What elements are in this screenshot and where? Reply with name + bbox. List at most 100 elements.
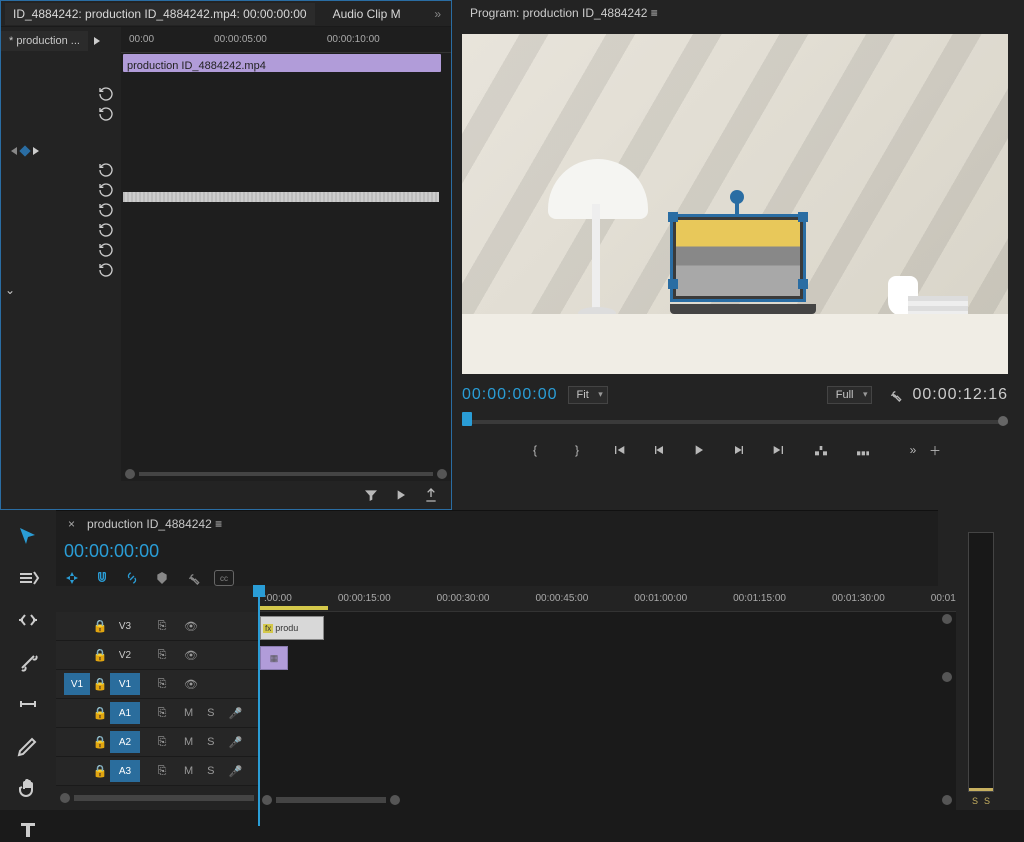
wrench-icon[interactable] bbox=[886, 387, 902, 403]
reset-icon[interactable] bbox=[97, 261, 115, 279]
source-patch[interactable]: V1 bbox=[64, 673, 90, 695]
lock-icon[interactable]: 🔒 bbox=[90, 764, 110, 778]
reset-icon[interactable] bbox=[97, 221, 115, 239]
reset-icon[interactable] bbox=[97, 181, 115, 199]
mute-toggle[interactable]: M bbox=[184, 736, 193, 748]
mark-out-icon[interactable]: } bbox=[569, 442, 585, 458]
sync-lock-icon[interactable]: ⎘ bbox=[154, 676, 170, 692]
solo-toggle[interactable]: S bbox=[207, 765, 214, 777]
track-header-v3[interactable]: 🔒 V3 ⎘👁 bbox=[56, 612, 258, 641]
program-viewport[interactable] bbox=[462, 34, 1008, 374]
selection-tool-icon[interactable] bbox=[16, 524, 40, 548]
program-header[interactable]: Program: production ID_4884242 ≡ bbox=[462, 0, 1024, 26]
lift-icon[interactable] bbox=[813, 442, 829, 458]
overlay-clip-handles[interactable] bbox=[670, 214, 816, 318]
sync-lock-icon[interactable]: ⎘ bbox=[154, 705, 170, 721]
track-header-a3[interactable]: 🔒 A3 ⎘ M S 🎤 bbox=[56, 757, 258, 786]
ripple-edit-tool-icon[interactable] bbox=[16, 608, 40, 632]
mute-toggle[interactable]: M bbox=[184, 765, 193, 777]
sync-lock-icon[interactable]: ⎘ bbox=[154, 763, 170, 779]
source-tab-audio[interactable]: Audio Clip M bbox=[325, 3, 409, 25]
voiceover-icon[interactable]: 🎤 bbox=[229, 765, 243, 778]
source-subtab[interactable]: * production ... bbox=[1, 31, 88, 51]
export-icon[interactable] bbox=[423, 487, 439, 503]
timeline-timecode[interactable]: 00:00:00:00 bbox=[56, 537, 938, 570]
play-icon[interactable] bbox=[393, 487, 409, 503]
lock-icon[interactable]: 🔒 bbox=[90, 677, 110, 691]
slip-tool-icon[interactable] bbox=[16, 692, 40, 716]
lock-icon[interactable]: 🔒 bbox=[90, 706, 110, 720]
wrench-icon[interactable] bbox=[184, 570, 200, 586]
step-back-icon[interactable] bbox=[651, 442, 667, 458]
eye-icon[interactable]: 👁 bbox=[184, 620, 200, 633]
track-select-tool-icon[interactable] bbox=[16, 566, 40, 590]
track-scroll-handle[interactable] bbox=[942, 614, 952, 624]
next-keyframe-icon[interactable] bbox=[33, 147, 39, 155]
track-label[interactable]: V1 bbox=[110, 673, 140, 695]
track-label[interactable]: A3 bbox=[110, 760, 140, 782]
resolution-dropdown[interactable]: Full bbox=[827, 386, 873, 404]
hand-tool-icon[interactable] bbox=[16, 776, 40, 800]
magnet-icon[interactable] bbox=[94, 570, 110, 586]
reset-icon[interactable] bbox=[97, 85, 115, 103]
play-icon[interactable] bbox=[691, 442, 707, 458]
add-button[interactable]: ＋ bbox=[927, 442, 943, 458]
filter-icon[interactable] bbox=[363, 487, 379, 503]
mark-in-icon[interactable]: { bbox=[527, 442, 543, 458]
source-time-ruler[interactable]: 00:00 00:00:05:00 00:00:10:00 bbox=[121, 27, 451, 53]
track-header-v1[interactable]: V1 🔒 V1 ⎘ 👁 bbox=[56, 670, 258, 699]
lock-icon[interactable]: 🔒 bbox=[90, 648, 110, 662]
step-forward-icon[interactable] bbox=[731, 442, 747, 458]
audio-meter[interactable] bbox=[968, 532, 994, 792]
timeline-clip-v1[interactable]: ▦ bbox=[260, 646, 288, 670]
source-scrollbar[interactable] bbox=[121, 467, 451, 481]
reset-icon[interactable] bbox=[97, 161, 115, 179]
snap-icon[interactable] bbox=[64, 570, 80, 586]
voiceover-icon[interactable]: 🎤 bbox=[229, 736, 243, 749]
track-head-scrollbar[interactable] bbox=[56, 790, 258, 806]
extract-icon[interactable] bbox=[855, 442, 871, 458]
track-label[interactable]: A1 bbox=[110, 702, 140, 724]
lock-icon[interactable]: 🔒 bbox=[90, 619, 110, 633]
solo-toggle[interactable]: S bbox=[207, 707, 214, 719]
track-scroll-handle[interactable] bbox=[942, 672, 952, 682]
dropdown-caret-icon[interactable]: ⌄ bbox=[5, 283, 15, 297]
eye-icon[interactable]: 👁 bbox=[184, 678, 200, 691]
keyframe-diamond-icon[interactable] bbox=[19, 145, 30, 156]
lock-icon[interactable]: 🔒 bbox=[90, 735, 110, 749]
reset-icon[interactable] bbox=[97, 105, 115, 123]
zoom-dropdown[interactable]: Fit bbox=[568, 386, 608, 404]
eye-icon[interactable]: 👁 bbox=[184, 649, 200, 662]
playhead[interactable] bbox=[258, 586, 260, 826]
solo-toggle[interactable]: S bbox=[207, 736, 214, 748]
marker-icon[interactable] bbox=[154, 570, 170, 586]
overflow-icon[interactable]: » bbox=[905, 442, 921, 458]
timeline-ruler[interactable]: :00:00 00:00:15:00 00:00:30:00 00:00:45:… bbox=[258, 586, 956, 612]
go-to-out-icon[interactable] bbox=[771, 442, 787, 458]
timeline-track-area[interactable]: :00:00 00:00:15:00 00:00:30:00 00:00:45:… bbox=[258, 586, 956, 810]
sync-lock-icon[interactable]: ⎘ bbox=[154, 618, 170, 634]
program-scrubber[interactable] bbox=[462, 408, 1008, 428]
close-sequence-icon[interactable]: × bbox=[64, 517, 79, 531]
voiceover-icon[interactable]: 🎤 bbox=[229, 707, 243, 720]
reset-icon[interactable] bbox=[97, 241, 115, 259]
track-header-a2[interactable]: 🔒 A2 ⎘ M S 🎤 bbox=[56, 728, 258, 757]
captions-icon[interactable]: cc bbox=[214, 570, 234, 586]
pen-tool-icon[interactable] bbox=[16, 734, 40, 758]
track-header-a1[interactable]: 🔒 A1 ⎘MS🎤 bbox=[56, 699, 258, 728]
source-clip[interactable]: production ID_4884242.mp4 bbox=[123, 54, 441, 72]
razor-tool-icon[interactable] bbox=[16, 650, 40, 674]
program-timecode-left[interactable]: 00:00:00:00 bbox=[462, 386, 558, 404]
track-label[interactable]: A2 bbox=[110, 731, 140, 753]
expand-caret-icon[interactable] bbox=[94, 37, 100, 45]
source-tabs-overflow[interactable]: » bbox=[428, 7, 447, 21]
go-to-in-icon[interactable] bbox=[611, 442, 627, 458]
reset-icon[interactable] bbox=[97, 201, 115, 219]
sync-lock-icon[interactable]: ⎘ bbox=[154, 734, 170, 750]
linked-selection-icon[interactable] bbox=[124, 570, 140, 586]
source-tab-effect-controls[interactable]: ID_4884242: production ID_4884242.mp4: 0… bbox=[5, 3, 315, 25]
timeline-clip-v2[interactable]: fxprodu bbox=[260, 616, 324, 640]
sync-lock-icon[interactable]: ⎘ bbox=[154, 647, 170, 663]
track-header-v2[interactable]: 🔒 V2 ⎘👁 bbox=[56, 641, 258, 670]
timeline-zoom-scrollbar[interactable] bbox=[258, 792, 956, 808]
